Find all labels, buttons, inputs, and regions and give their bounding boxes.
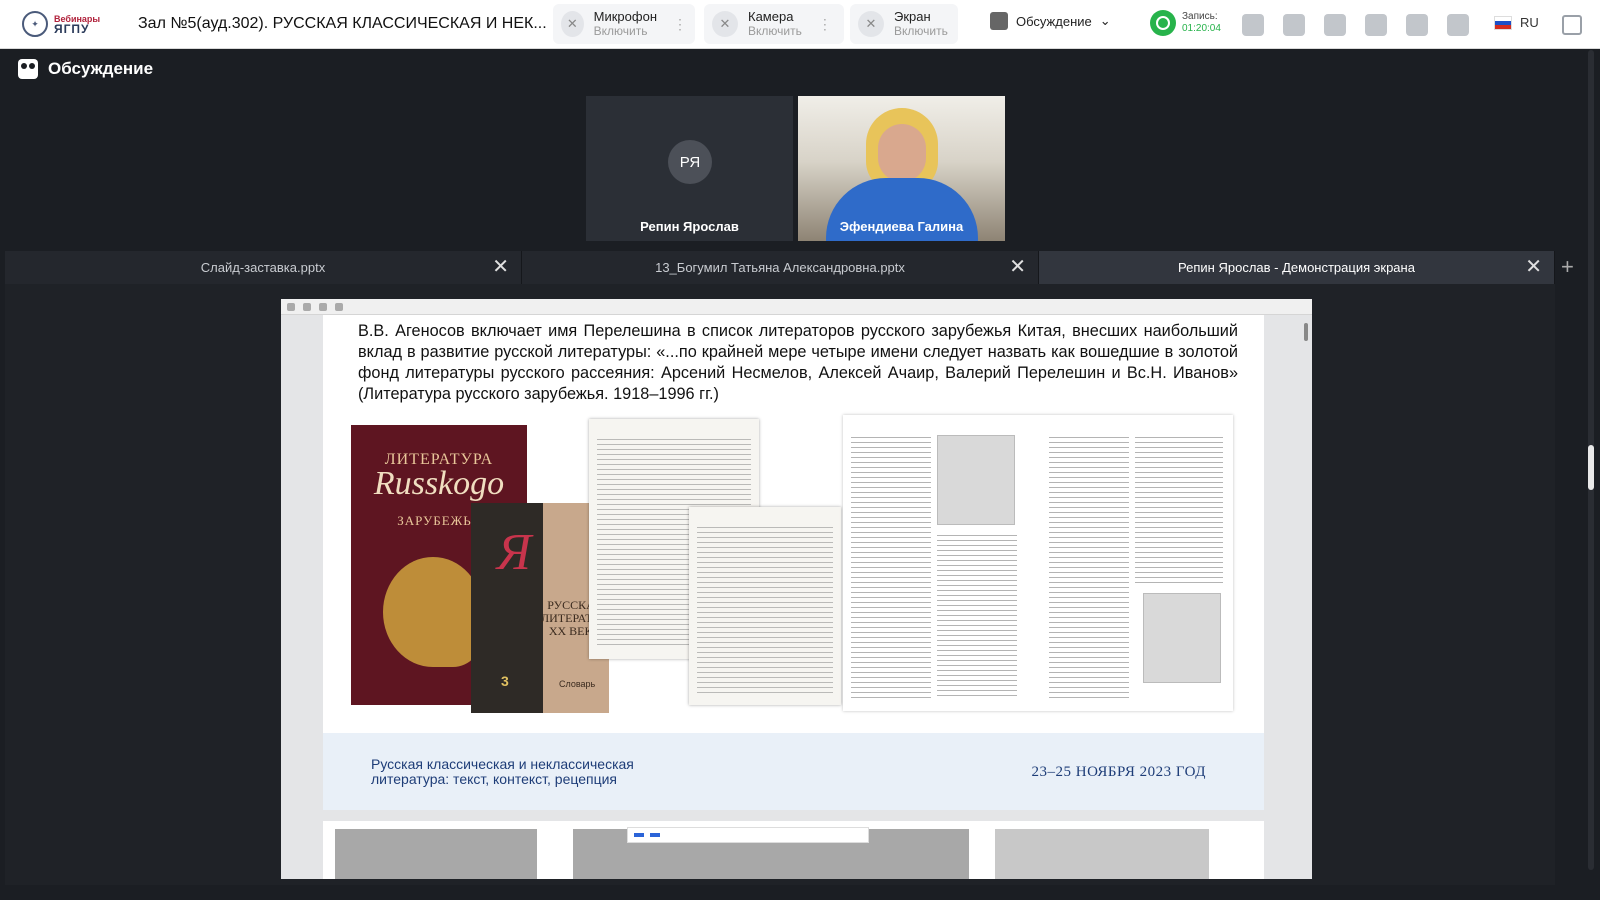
logo: ✦ Вебинары ЯГПУ (22, 11, 100, 37)
toolbar-icon (303, 302, 311, 311)
discussion-title: Обсуждение (48, 59, 154, 78)
settings-icon[interactable] (1447, 14, 1469, 36)
exit-icon[interactable] (1562, 15, 1582, 35)
tab-slide-zastavka[interactable]: Слайд-заставка.pptx ✕ (5, 251, 522, 284)
screen-share-button[interactable]: ✕ Экран Включить (850, 4, 958, 44)
tab-label: Слайд-заставка.pptx (200, 260, 326, 275)
discussion-view-icon (990, 12, 1008, 30)
cookie-close-button[interactable] (650, 833, 660, 837)
conference-dates: 23–25 НОЯБРЯ 2023 ГОД (1031, 764, 1206, 780)
slide-quote: В.В. Агеносов включает имя Перелешина в … (358, 322, 1238, 403)
record-label: Запись: (1182, 11, 1218, 22)
close-icon[interactable]: ✕ (1009, 257, 1026, 277)
close-icon[interactable]: ✕ (1525, 257, 1542, 277)
top-bar: ✦ Вебинары ЯГПУ Зал №5(ауд.302). РУССКАЯ… (0, 0, 1600, 49)
screen-action: Включить (894, 24, 948, 38)
cookie-accept-button[interactable] (634, 833, 644, 837)
participant-name: Эфендиева Галина (839, 219, 964, 234)
tab-screen-share[interactable]: Репин Ярослав - Демонстрация экрана ✕ (1039, 251, 1555, 284)
microphone-label: Микрофон (593, 9, 657, 24)
book2-sub: Словарь (559, 679, 596, 689)
room-title: Зал №5(ауд.302). РУССКАЯ КЛАССИЧЕСКАЯ И … (138, 15, 547, 32)
text-column (1135, 437, 1223, 587)
discussion-icon (18, 59, 38, 79)
slide-photo (335, 829, 537, 879)
screen-label: Экран (894, 9, 931, 24)
participant-tile[interactable]: РЯ Репин Ярослав (586, 96, 793, 241)
document-toolbar (281, 299, 1312, 315)
camera-off-icon: ✕ (712, 11, 738, 37)
avatar: РЯ (668, 140, 712, 184)
page-scrollbar[interactable] (1588, 50, 1594, 870)
view-mode-label: Обсуждение (1016, 13, 1092, 29)
camera-label: Камера (748, 9, 794, 24)
bird-illustration (383, 557, 483, 667)
tab-label: Репин Ярослав - Демонстрация экрана (1178, 260, 1415, 275)
article-page (689, 507, 841, 705)
document-scrollbar (1304, 323, 1308, 341)
shared-document: В.В. Агеносов включает имя Перелешина в … (281, 299, 1312, 879)
microphone-off-icon: ✕ (561, 11, 584, 37)
slide-photo (995, 829, 1209, 879)
info-icon[interactable] (1406, 14, 1428, 36)
tab-label: 13_Богумил Татьяна Александровна.pptx (655, 260, 905, 275)
participant-tile-video[interactable]: Эфендиева Галина (798, 96, 1005, 241)
microphone-button[interactable]: ✕ Микрофон Включить ⋮ (553, 4, 695, 44)
book2-number: 3 (501, 673, 509, 689)
folder-icon[interactable] (1324, 14, 1346, 36)
portrait-image (937, 435, 1015, 525)
content-tabs: Слайд-заставка.pptx ✕ 13_Богумил Татьяна… (5, 251, 1555, 284)
discussion-header: Обсуждение (18, 59, 153, 79)
language-selector[interactable]: RU (1494, 15, 1539, 30)
recording-indicator[interactable]: Запись: 01:20:04 (1150, 10, 1221, 36)
text-column (937, 535, 1017, 699)
language-label: RU (1520, 15, 1539, 30)
slide-page: В.В. Агеносов включает имя Перелешина в … (323, 315, 1264, 810)
slide-footer: Русская классическая и неклассическая ли… (323, 733, 1264, 810)
camera-action: Включить (748, 24, 802, 38)
book-title-script: Russkogo (373, 465, 505, 502)
record-icon (1150, 10, 1176, 36)
microphone-action: Включить (593, 24, 648, 38)
close-icon[interactable]: ✕ (492, 257, 509, 277)
article-text-lines (697, 527, 833, 695)
toolbar-icon (319, 302, 327, 311)
cookie-banner[interactable] (627, 827, 869, 843)
portrait-image (1143, 593, 1221, 683)
text-column (851, 437, 931, 699)
microphone-options-icon[interactable]: ⋮ (673, 16, 687, 33)
participant-name: Репин Ярослав (640, 219, 739, 234)
text-column (1049, 437, 1129, 699)
tab-bogumil[interactable]: 13_Богумил Татьяна Александровна.pptx ✕ (522, 251, 1039, 284)
camera-person-face (878, 124, 926, 182)
participants-icon[interactable] (1365, 14, 1387, 36)
logo-line-2: ЯГПУ (54, 22, 90, 36)
russian-flag-icon (1494, 15, 1512, 30)
bottom-strip (0, 885, 1600, 900)
whiteboard-icon[interactable] (1283, 14, 1305, 36)
scrollbar-thumb[interactable] (1588, 445, 1594, 490)
chevron-down-icon: ⌄ (1099, 13, 1111, 28)
record-time: 01:20:04 (1182, 23, 1221, 34)
view-mode-dropdown[interactable]: Обсуждение ⌄ (990, 12, 1111, 30)
add-tab-icon[interactable]: + (1561, 254, 1574, 280)
grid-icon[interactable] (1242, 14, 1264, 36)
camera-options-icon[interactable]: ⋮ (818, 16, 832, 33)
conference-title: Русская классическая и неклассическая ли… (371, 756, 634, 787)
camera-button[interactable]: ✕ Камера Включить ⋮ (704, 4, 844, 44)
toolbar-icon (287, 302, 295, 311)
book-spread (843, 415, 1233, 711)
book-emblem: Я (497, 524, 532, 581)
toolbar-icon (335, 302, 343, 311)
university-seal-icon: ✦ (22, 11, 48, 37)
screen-share-off-icon: ✕ (858, 11, 884, 37)
